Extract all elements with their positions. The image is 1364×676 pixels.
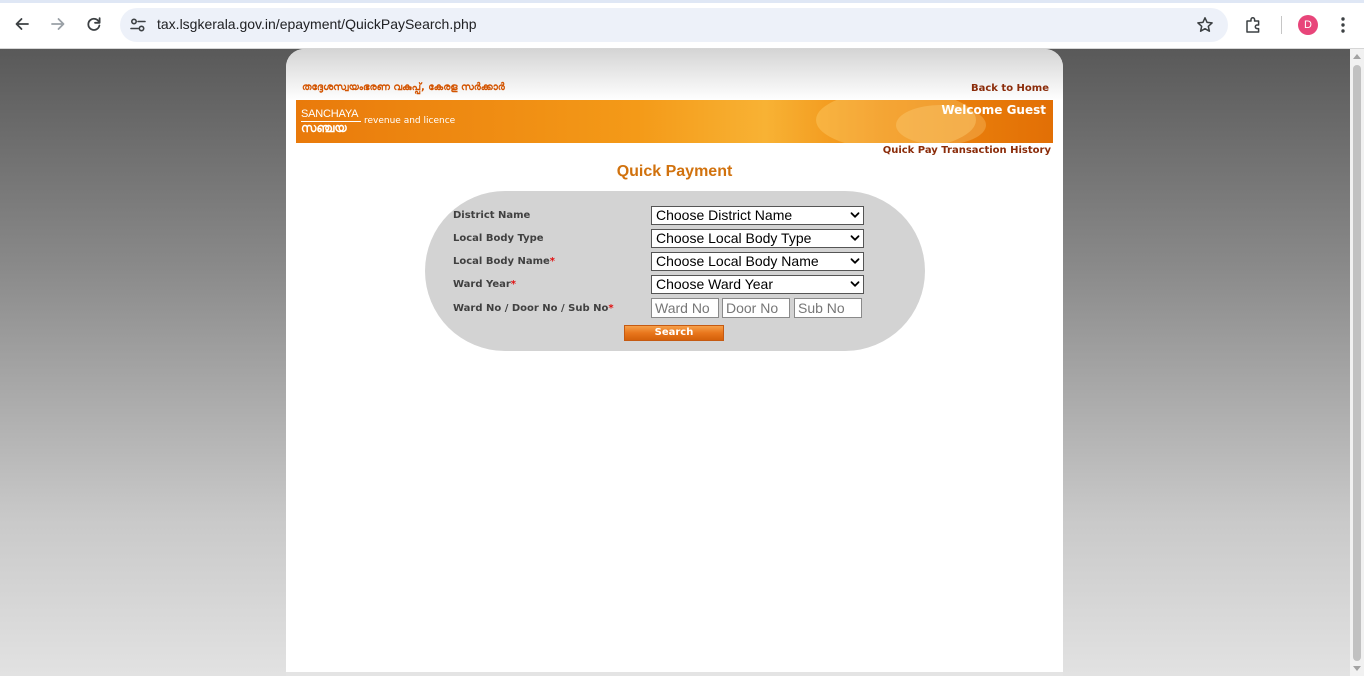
- page-container: തദ്ദേശസ്വയംഭരണ വകുപ്പ്, കേരള സർക്കാർ Bac…: [286, 49, 1063, 676]
- page-viewport: തദ്ദേശസ്വയംഭരണ വകുപ്പ്, കേരള സർക്കാർ Bac…: [0, 49, 1350, 676]
- url-text[interactable]: tax.lsgkerala.gov.in/epayment/QuickPaySe…: [157, 16, 477, 32]
- banner-tagline: revenue and licence: [364, 116, 456, 126]
- required-mark: *: [608, 303, 614, 314]
- district-select-value: Choose District Name: [656, 207, 793, 223]
- local-body-type-label: Local Body Type: [453, 233, 544, 244]
- browser-toolbar: tax.lsgkerala.gov.in/epayment/QuickPaySe…: [0, 0, 1364, 49]
- header-banner: SANCHAYA സഞ്ചയ revenue and licence Welco…: [296, 100, 1053, 143]
- local-body-type-row: Local Body Type Choose Local Body Type: [453, 229, 893, 249]
- welcome-text: Welcome Guest: [941, 103, 1046, 117]
- page-top-gradient: [286, 49, 1063, 101]
- sub-no-input[interactable]: Sub No: [794, 298, 862, 318]
- chevron-down-icon: [850, 235, 860, 241]
- reload-button[interactable]: [81, 11, 107, 37]
- scroll-up-arrow[interactable]: [1353, 54, 1361, 59]
- ward-door-sub-label: Ward No / Door No / Sub No*: [453, 303, 614, 314]
- page-footer-edge: [286, 672, 1063, 676]
- door-no-input[interactable]: Door No: [722, 298, 790, 318]
- ward-door-sub-label-text: Ward No / Door No / Sub No: [453, 303, 609, 314]
- local-body-name-select[interactable]: Choose Local Body Name: [651, 252, 864, 271]
- kebab-menu-icon[interactable]: [1336, 16, 1350, 34]
- sanchaya-logo: SANCHAYA സഞ്ചയ: [301, 109, 361, 137]
- local-body-name-row: Local Body Name* Choose Local Body Name: [453, 252, 893, 272]
- ward-year-select[interactable]: Choose Ward Year: [651, 275, 864, 294]
- arrow-right-icon: [51, 18, 65, 30]
- ward-year-label-text: Ward Year: [453, 279, 511, 290]
- department-name: തദ്ദേശസ്വയംഭരണ വകുപ്പ്, കേരള സർക്കാർ: [302, 82, 505, 93]
- reload-icon: [87, 17, 101, 31]
- page-title: Quick Payment: [616, 163, 733, 180]
- star-icon[interactable]: [1196, 16, 1214, 34]
- district-select[interactable]: Choose District Name: [651, 206, 864, 225]
- local-body-name-label: Local Body Name*: [453, 256, 555, 267]
- ward-year-row: Ward Year* Choose Ward Year: [453, 275, 893, 295]
- district-label: District Name: [453, 210, 531, 221]
- toolbar-divider: [1281, 16, 1282, 34]
- chevron-down-icon: [850, 258, 860, 264]
- puzzle-icon[interactable]: [1244, 15, 1264, 35]
- ward-door-sub-row: Ward No / Door No / Sub No* Ward No Door…: [453, 298, 893, 318]
- page-scrollbar[interactable]: [1350, 49, 1364, 676]
- ward-year-label: Ward Year*: [453, 279, 516, 290]
- scroll-down-arrow[interactable]: [1353, 666, 1361, 671]
- local-body-type-select[interactable]: Choose Local Body Type: [651, 229, 864, 248]
- local-body-name-label-text: Local Body Name: [453, 256, 550, 267]
- back-button[interactable]: [9, 11, 35, 37]
- back-to-home-link[interactable]: Back to Home: [971, 83, 1049, 94]
- required-mark: *: [549, 256, 556, 267]
- local-body-name-select-value: Choose Local Body Name: [656, 253, 819, 269]
- required-mark: *: [510, 279, 517, 290]
- forward-button[interactable]: [45, 11, 71, 37]
- chevron-down-icon: [850, 212, 860, 218]
- district-row: District Name Choose District Name: [453, 206, 893, 226]
- scrollbar-thumb[interactable]: [1353, 65, 1361, 661]
- quick-payment-form: District Name Choose District Name Local…: [425, 191, 925, 351]
- search-button[interactable]: Search: [624, 325, 724, 341]
- address-bar[interactable]: tax.lsgkerala.gov.in/epayment/QuickPaySe…: [120, 8, 1228, 42]
- tune-icon[interactable]: [129, 16, 147, 34]
- arrow-left-icon: [15, 18, 29, 30]
- profile-avatar[interactable]: D: [1298, 15, 1318, 35]
- quick-pay-history-link[interactable]: Quick Pay Transaction History: [883, 145, 1051, 156]
- tab-strip-edge: [0, 0, 1364, 3]
- ward-year-select-value: Choose Ward Year: [656, 276, 773, 292]
- local-body-type-select-value: Choose Local Body Type: [656, 230, 812, 246]
- ward-no-input[interactable]: Ward No: [651, 298, 719, 318]
- logo-text-ml: സഞ്ചയ: [301, 121, 347, 135]
- chevron-down-icon: [850, 281, 860, 287]
